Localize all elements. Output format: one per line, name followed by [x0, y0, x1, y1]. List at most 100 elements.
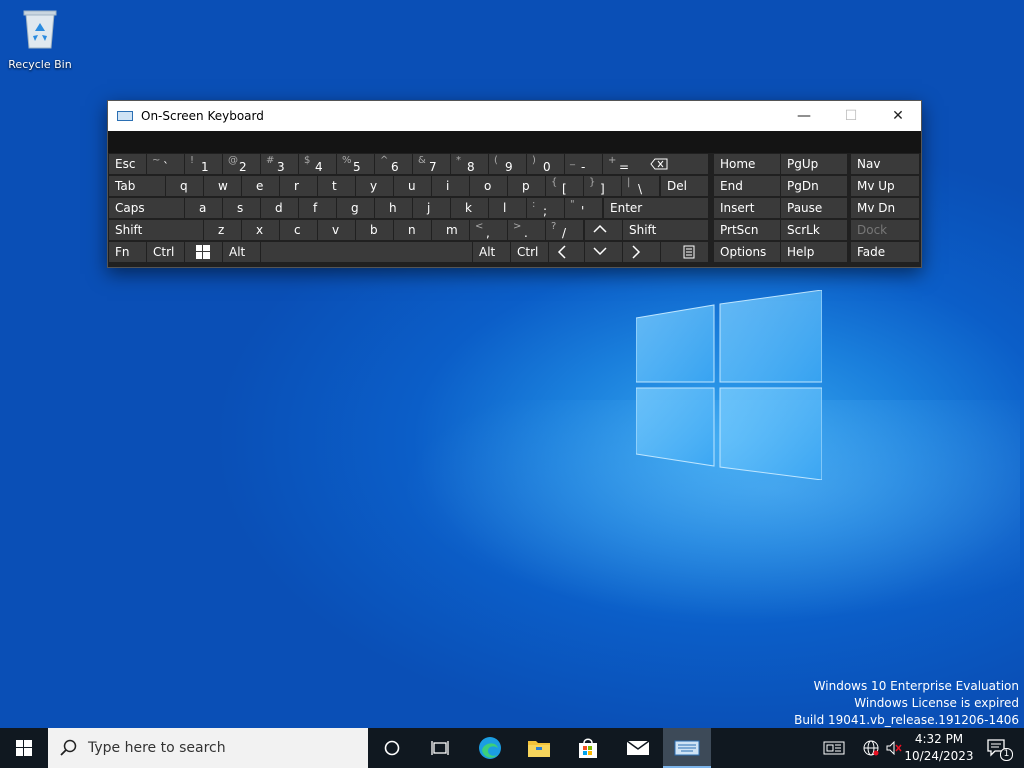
key-t[interactable]: t	[318, 176, 355, 196]
key-w[interactable]: w	[204, 176, 241, 196]
key-sym-1[interactable]: }]	[584, 176, 621, 196]
key-pause[interactable]: Pause	[781, 198, 847, 218]
key-u[interactable]: u	[394, 176, 431, 196]
key-d[interactable]: d	[261, 198, 298, 218]
mail-button[interactable]	[614, 728, 662, 768]
key-c[interactable]: c	[280, 220, 317, 240]
key-home[interactable]: Home	[714, 154, 780, 174]
key-nav[interactable]: Nav	[851, 154, 919, 174]
cortana-button[interactable]	[368, 728, 416, 768]
task-view-button[interactable]	[416, 728, 464, 768]
key-k[interactable]: k	[451, 198, 488, 218]
file-explorer-button[interactable]	[515, 728, 563, 768]
key-prtscn[interactable]: PrtScn	[714, 220, 780, 240]
key-v[interactable]: v	[318, 220, 355, 240]
maximize-button[interactable]: ☐	[828, 101, 874, 131]
key-`[interactable]: ~ `	[147, 154, 184, 174]
key-alt-left[interactable]: Alt	[223, 242, 260, 262]
key-g[interactable]: g	[337, 198, 374, 218]
key-z[interactable]: z	[204, 220, 241, 240]
key-alt-right[interactable]: Alt	[473, 242, 510, 262]
key-mvup[interactable]: Mv Up	[851, 176, 919, 196]
key-y[interactable]: y	[356, 176, 393, 196]
osk-titlebar[interactable]: On-Screen Keyboard — ☐ ✕	[108, 101, 921, 131]
key-enter[interactable]: Enter	[604, 198, 708, 218]
key-sym4-2[interactable]: ? /	[546, 220, 583, 240]
key-shift-right[interactable]: Shift	[623, 220, 708, 240]
osk-taskbar-button[interactable]	[663, 728, 711, 768]
taskbar-search-box[interactable]: Type here to search	[48, 728, 368, 768]
key-5[interactable]: % 5	[337, 154, 374, 174]
key-n[interactable]: n	[394, 220, 431, 240]
volume-button[interactable]	[884, 728, 904, 768]
key-sym4-1[interactable]: >.	[508, 220, 545, 240]
news-button[interactable]	[820, 728, 848, 768]
key-options[interactable]: Options	[714, 242, 780, 262]
key-q[interactable]: q	[166, 176, 203, 196]
store-button[interactable]	[564, 728, 612, 768]
key-r[interactable]: r	[280, 176, 317, 196]
key-scrlk[interactable]: ScrLk	[781, 220, 847, 240]
key-caps[interactable]: Caps	[109, 198, 184, 218]
key-end[interactable]: End	[714, 176, 780, 196]
key-menu[interactable]	[661, 242, 708, 262]
key-tab[interactable]: Tab	[109, 176, 165, 196]
key-e[interactable]: e	[242, 176, 279, 196]
key-9[interactable]: (9	[489, 154, 526, 174]
key-shift-left[interactable]: Shift	[109, 220, 203, 240]
key-sym-0[interactable]: {[	[546, 176, 583, 196]
key-insert[interactable]: Insert	[714, 198, 780, 218]
key-sym4-0[interactable]: <,	[470, 220, 507, 240]
key-pgdn[interactable]: PgDn	[781, 176, 847, 196]
key-b[interactable]: b	[356, 220, 393, 240]
key-m[interactable]: m	[432, 220, 469, 240]
key-7[interactable]: & 7	[413, 154, 450, 174]
close-button[interactable]: ✕	[875, 101, 921, 131]
key-sym3-1[interactable]: " '	[565, 198, 602, 218]
key-ctrl-right[interactable]: Ctrl	[511, 242, 548, 262]
key-sym-2[interactable]: | \	[622, 176, 659, 196]
key-help[interactable]: Help	[781, 242, 847, 262]
key-4[interactable]: $4	[299, 154, 336, 174]
key-sym3-0[interactable]: :;	[527, 198, 564, 218]
key-h[interactable]: h	[375, 198, 412, 218]
network-button[interactable]	[860, 728, 882, 768]
key-s[interactable]: s	[223, 198, 260, 218]
key-o[interactable]: o	[470, 176, 507, 196]
key-i[interactable]: i	[432, 176, 469, 196]
recycle-bin-shortcut[interactable]: Recycle Bin	[4, 6, 76, 76]
key-0[interactable]: ) 0	[527, 154, 564, 174]
key-a[interactable]: a	[185, 198, 222, 218]
edge-taskbar-button[interactable]	[466, 728, 514, 768]
key-down[interactable]	[585, 242, 622, 262]
key-up[interactable]	[585, 220, 622, 240]
key-1[interactable]: ! 1	[185, 154, 222, 174]
key-l[interactable]: l	[489, 198, 526, 218]
key-3[interactable]: #3	[261, 154, 298, 174]
key-mvdn[interactable]: Mv Dn	[851, 198, 919, 218]
key-2[interactable]: @2	[223, 154, 260, 174]
key-esc[interactable]: Esc	[109, 154, 146, 174]
key-left[interactable]	[549, 242, 584, 262]
key-=[interactable]: + =	[603, 154, 640, 174]
key-x[interactable]: x	[242, 220, 279, 240]
key-f[interactable]: f	[299, 198, 336, 218]
key-pgup[interactable]: PgUp	[781, 154, 847, 174]
key-ctrl-left[interactable]: Ctrl	[147, 242, 184, 262]
key-p[interactable]: p	[508, 176, 545, 196]
minimize-button[interactable]: —	[781, 101, 827, 131]
key-fade[interactable]: Fade	[851, 242, 919, 262]
key-j[interactable]: j	[413, 198, 450, 218]
key--[interactable]: _ -	[565, 154, 602, 174]
key-right[interactable]	[623, 242, 660, 262]
taskbar-clock[interactable]: 4:32 PM 10/24/2023	[902, 731, 976, 765]
key-del[interactable]: Del	[661, 176, 708, 196]
key-dock[interactable]: Dock	[851, 220, 919, 240]
key-6[interactable]: ^ 6	[375, 154, 412, 174]
key-backspace[interactable]	[640, 154, 708, 174]
key-space[interactable]	[261, 242, 472, 262]
action-center-button[interactable]: 1	[980, 728, 1014, 768]
key-8[interactable]: * 8	[451, 154, 488, 174]
key-fn[interactable]: Fn	[109, 242, 146, 262]
start-button[interactable]	[0, 728, 48, 768]
